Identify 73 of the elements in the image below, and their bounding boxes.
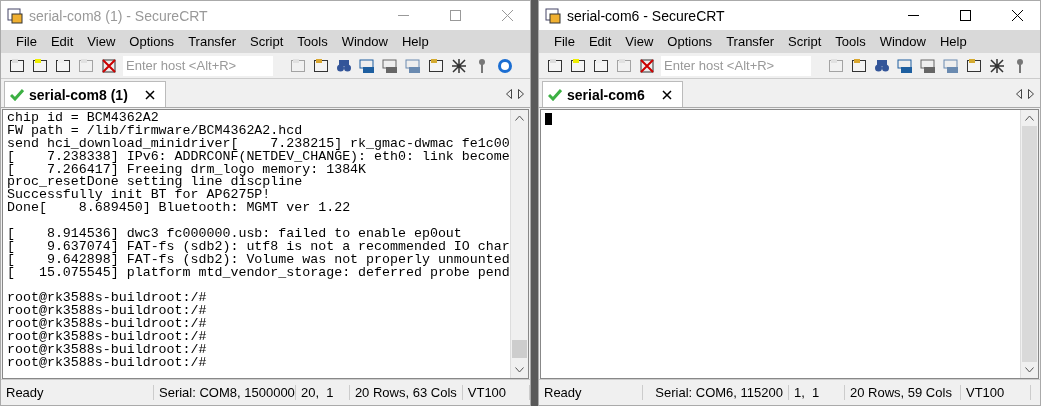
scroll-left-icon[interactable] — [506, 89, 512, 99]
session-tab[interactable]: serial-com6 — [542, 81, 683, 107]
terminal[interactable] — [2, 109, 529, 379]
menu-item[interactable]: View — [80, 34, 123, 49]
app-icon — [7, 7, 23, 24]
help-icon[interactable] — [497, 57, 513, 74]
print-icon[interactable] — [405, 57, 421, 74]
scroll-down-icon[interactable] — [515, 367, 524, 373]
menu-item[interactable]: Script — [781, 34, 829, 49]
menu-item[interactable]: Window — [872, 34, 933, 49]
print-screen-icon[interactable] — [897, 57, 913, 74]
menu-item[interactable]: Edit — [581, 34, 619, 49]
menu-item[interactable]: Help — [932, 34, 974, 49]
terminal-line: root@rk3588s-buildroot:/# — [7, 356, 208, 370]
menu-item[interactable]: File — [9, 34, 44, 49]
terminal-line: root@rk3588s-buildroot:/# — [7, 292, 208, 306]
maximize-icon[interactable] — [959, 10, 971, 21]
menu-item[interactable]: Tools — [290, 34, 335, 49]
close-icon[interactable] — [661, 89, 672, 100]
terminal-line: Done[ 8.689450] Bluetooth: MGMT ver 1.22 — [7, 202, 352, 216]
terminal-line: chip id = BCM4362A2 — [7, 112, 160, 125]
close-icon[interactable] — [144, 89, 155, 100]
scroll-down-icon[interactable] — [1025, 367, 1034, 373]
terminal-line: FW path = /lib/firmware/BCM4362A2.hcd — [7, 124, 304, 138]
app-icon — [545, 7, 561, 24]
status-text: 20, 1 — [296, 385, 350, 400]
status-text: Serial: COM8, 1500000 — [154, 385, 296, 400]
menu-item[interactable]: Options — [122, 34, 182, 49]
close-icon[interactable] — [1011, 10, 1023, 21]
print-selection-icon[interactable] — [920, 57, 936, 74]
status-text: VT100 — [961, 385, 1031, 400]
scroll-right-icon[interactable] — [1028, 89, 1034, 99]
menu-item[interactable]: Transfer — [719, 34, 782, 49]
print-selection-icon[interactable] — [382, 57, 398, 74]
scrollbar[interactable] — [1020, 110, 1038, 378]
menu-item[interactable]: Script — [243, 34, 291, 49]
menu-item[interactable]: Window — [334, 34, 395, 49]
disconnect-icon[interactable] — [101, 57, 117, 74]
menu-item[interactable]: View — [618, 34, 661, 49]
menu-item[interactable]: Options — [660, 34, 720, 49]
window-title: serial-com8 (1) - SecureCRT — [29, 7, 209, 24]
status-text: VT100 — [462, 385, 530, 400]
menu-item[interactable]: Tools — [828, 34, 873, 49]
scrollbar[interactable] — [510, 110, 528, 378]
menu-item[interactable]: Edit — [43, 34, 81, 49]
terminal-line: [ 8.914536] dwc3 fc000000.usb: failed to enable ep0out — [7, 228, 463, 241]
terminal-line: root@rk3588s-buildroot:/# — [7, 331, 208, 345]
session-tab[interactable]: serial-com8 (1) — [4, 81, 166, 107]
window-title: serial-com6 - SecureCRT — [567, 7, 726, 24]
status-text: Ready — [539, 385, 643, 400]
menu-item[interactable]: Transfer — [181, 34, 244, 49]
status-text: Ready — [1, 385, 154, 400]
host-field[interactable]: Enter host <Alt+R> — [123, 55, 273, 76]
scroll-right-icon[interactable] — [518, 89, 524, 99]
terminal-line: root@rk3588s-buildroot:/# — [7, 305, 208, 319]
status-text: Serial: COM6, 115200 — [643, 385, 789, 400]
scroll-thumb[interactable] — [512, 340, 527, 358]
scroll-up-icon[interactable] — [1025, 115, 1034, 121]
status-text: 20 Rows, 59 Cols — [845, 385, 961, 400]
menu-item[interactable]: File — [547, 34, 582, 49]
status-text: 20 Rows, 63 Cols — [349, 385, 463, 400]
find-icon[interactable] — [336, 57, 352, 74]
disconnect-icon[interactable] — [639, 57, 655, 74]
print-screen-icon[interactable] — [359, 57, 375, 74]
status-text: 1, 1 — [789, 385, 845, 400]
host-field[interactable]: Enter host <Alt+R> — [661, 55, 811, 76]
menu-item[interactable]: Help — [394, 34, 436, 49]
print-icon[interactable] — [943, 57, 959, 74]
terminal-line: root@rk3588s-buildroot:/# — [7, 318, 208, 332]
scroll-up-icon[interactable] — [515, 115, 524, 121]
terminal-line: root@rk3588s-buildroot:/# — [7, 344, 208, 357]
scroll-left-icon[interactable] — [1016, 89, 1022, 99]
find-icon[interactable] — [874, 57, 890, 74]
